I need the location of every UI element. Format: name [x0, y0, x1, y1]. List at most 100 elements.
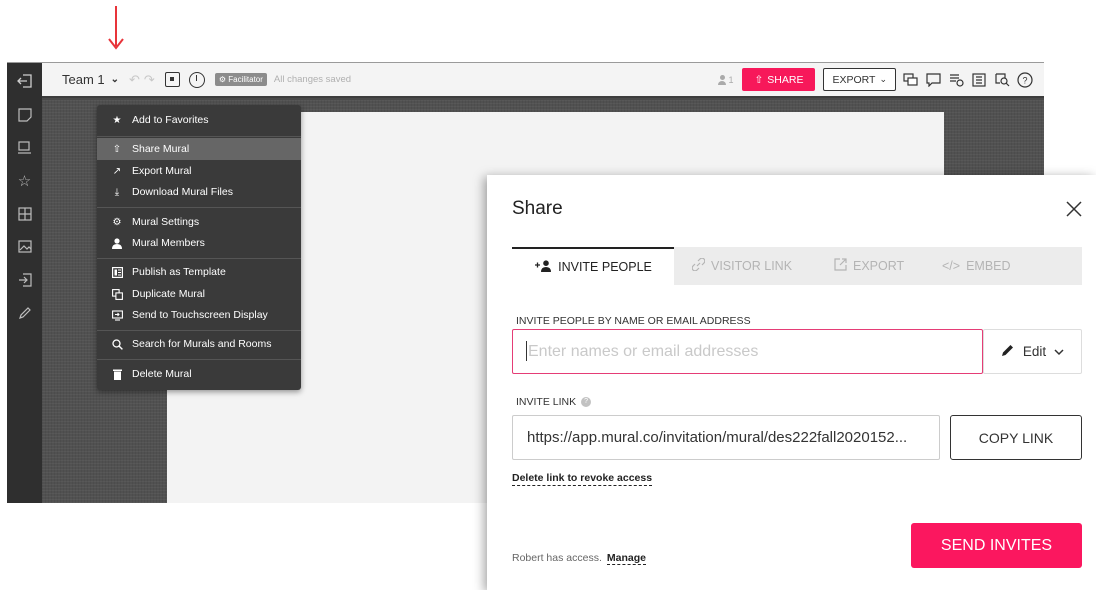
menu-item-label: Mural Members — [132, 237, 205, 249]
menu-divider — [97, 258, 301, 259]
menu-divider — [97, 359, 301, 360]
export-label: EXPORT — [832, 73, 876, 86]
help-icon[interactable]: ? — [1016, 71, 1034, 89]
help-icon[interactable]: ? — [581, 397, 592, 408]
activity-icon[interactable] — [947, 71, 965, 89]
share-dialog: Share INVITE PEOPLE VISITOR LINK EXPORT … — [487, 175, 1096, 590]
chat-icon[interactable] — [924, 71, 942, 89]
share-label: SHARE — [767, 73, 804, 86]
close-icon[interactable] — [1064, 199, 1084, 219]
share-button[interactable]: ⇧ SHARE — [742, 68, 816, 91]
screenshot-stage: Team 1 ⌄ ↶↷ ⚙ Facilitator All changes sa… — [0, 0, 1096, 590]
export-icon — [834, 258, 847, 274]
menu-item-label: Publish as Template — [132, 266, 226, 278]
timer-icon[interactable] — [188, 71, 205, 88]
menu-item-download-mural-files[interactable]: ⤓ Download Mural Files — [97, 181, 301, 203]
link-icon — [691, 257, 706, 274]
menu-item-send-to-touchscreen[interactable]: Send to Touchscreen Display — [97, 304, 301, 326]
permission-label: Edit — [1022, 344, 1047, 359]
tab-label: EMBED — [966, 259, 1011, 273]
comment-icon[interactable] — [901, 71, 919, 89]
menu-item-mural-members[interactable]: Mural Members — [97, 232, 301, 254]
images-icon[interactable] — [7, 230, 42, 263]
menu-item-label: Mural Settings — [132, 216, 200, 228]
trash-icon — [111, 369, 123, 380]
menu-item-label: Download Mural Files — [132, 186, 233, 198]
undo-redo-icons[interactable]: ↶↷ — [129, 72, 159, 88]
menu-item-search-murals[interactable]: Search for Murals and Rooms — [97, 333, 301, 355]
permission-dropdown[interactable]: Edit — [983, 329, 1082, 374]
shapes-icon[interactable] — [7, 131, 42, 164]
chevron-down-icon — [1054, 344, 1064, 359]
template-icon — [111, 266, 123, 278]
sticky-note-icon[interactable] — [7, 98, 42, 131]
manage-link[interactable]: Manage — [606, 552, 646, 565]
draw-icon[interactable] — [7, 296, 42, 329]
import-icon[interactable] — [7, 263, 42, 296]
tab-visitor-link[interactable]: VISITOR LINK — [691, 247, 793, 285]
add-person-icon — [534, 259, 552, 275]
menu-item-add-to-favorites[interactable]: ★ Add to Favorites — [97, 109, 301, 131]
access-text: Robert has access. — [512, 552, 602, 564]
export-button[interactable]: EXPORT ⌄ — [823, 68, 896, 91]
tab-label: EXPORT — [853, 259, 905, 273]
send-invites-button[interactable]: SEND INVITES — [911, 523, 1082, 568]
menu-item-label: Send to Touchscreen Display — [132, 309, 268, 321]
menu-item-duplicate-mural[interactable]: Duplicate Mural — [97, 283, 301, 305]
search-icon[interactable] — [993, 71, 1011, 89]
invite-link-label-text: INVITE LINK — [516, 396, 577, 408]
menu-item-label: Share Mural — [132, 143, 190, 155]
menu-item-label: Export Mural — [132, 165, 192, 177]
tab-label: VISITOR LINK — [711, 259, 793, 273]
invite-email-input[interactable] — [512, 329, 983, 374]
menu-divider — [97, 207, 301, 208]
duplicate-icon — [111, 288, 123, 300]
invite-link-field[interactable]: https://app.mural.co/invitation/mural/de… — [512, 415, 940, 460]
svg-text:?: ? — [1022, 75, 1027, 85]
exit-icon — [16, 73, 32, 88]
frameworks-icon[interactable] — [7, 197, 42, 230]
tab-embed[interactable]: </> EMBED — [942, 247, 1011, 285]
mural-options-menu: ★ Add to Favorites ⇧ Share Mural ↗ Expor… — [97, 105, 301, 390]
menu-item-publish-as-template[interactable]: Publish as Template — [97, 261, 301, 283]
menu-divider — [97, 330, 301, 331]
focus-box-icon[interactable] — [164, 72, 180, 87]
menu-item-share-mural[interactable]: ⇧ Share Mural — [97, 138, 301, 160]
team-selector[interactable]: Team 1 ⌄ — [62, 72, 119, 87]
search-icon — [111, 338, 123, 350]
menu-item-delete-mural[interactable]: Delete Mural — [97, 363, 301, 385]
share-tabs: INVITE PEOPLE VISITOR LINK EXPORT </> EM… — [512, 247, 1082, 285]
pencil-icon — [1001, 343, 1015, 360]
tab-invite-people[interactable]: INVITE PEOPLE — [512, 247, 674, 285]
toolbar-right: 1 ⇧ SHARE EXPORT ⌄ ? — [718, 68, 1034, 91]
download-icon: ⤓ — [114, 186, 120, 198]
user-icon — [718, 74, 727, 85]
top-toolbar: Team 1 ⌄ ↶↷ ⚙ Facilitator All changes sa… — [7, 63, 1044, 98]
tab-label: INVITE PEOPLE — [558, 260, 652, 274]
left-sidebar: ☆ — [7, 98, 42, 503]
tab-export[interactable]: EXPORT — [834, 247, 904, 285]
menu-item-mural-settings[interactable]: ⚙ Mural Settings — [97, 211, 301, 233]
star-icon: ★ — [112, 114, 122, 126]
invite-field-label: INVITE PEOPLE BY NAME OR EMAIL ADDRESS — [516, 315, 751, 327]
menu-item-export-mural[interactable]: ↗ Export Mural — [97, 160, 301, 182]
facilitator-badge-label: Facilitator — [228, 75, 263, 84]
display-icon — [111, 309, 123, 321]
favorites-icon[interactable]: ☆ — [7, 164, 42, 197]
copy-link-button[interactable]: COPY LINK — [950, 415, 1082, 460]
team-name: Team 1 — [62, 72, 105, 87]
export-icon: ↗ — [112, 165, 122, 177]
facilitator-badge[interactable]: ⚙ Facilitator — [214, 73, 267, 86]
outline-icon[interactable] — [970, 71, 988, 89]
menu-item-label: Add to Favorites — [132, 114, 209, 126]
menu-divider — [97, 136, 301, 137]
text-cursor — [526, 341, 527, 361]
exit-button[interactable] — [7, 63, 42, 98]
share-icon: ⇧ — [112, 143, 122, 155]
revoke-link[interactable]: Delete link to revoke access — [512, 472, 653, 486]
share-icon: ⇧ — [754, 73, 764, 86]
access-info: Robert has access. Manage — [512, 552, 646, 565]
online-users[interactable]: 1 — [718, 74, 733, 85]
save-status: All changes saved — [273, 74, 352, 85]
annotation-arrow-down — [108, 6, 124, 50]
